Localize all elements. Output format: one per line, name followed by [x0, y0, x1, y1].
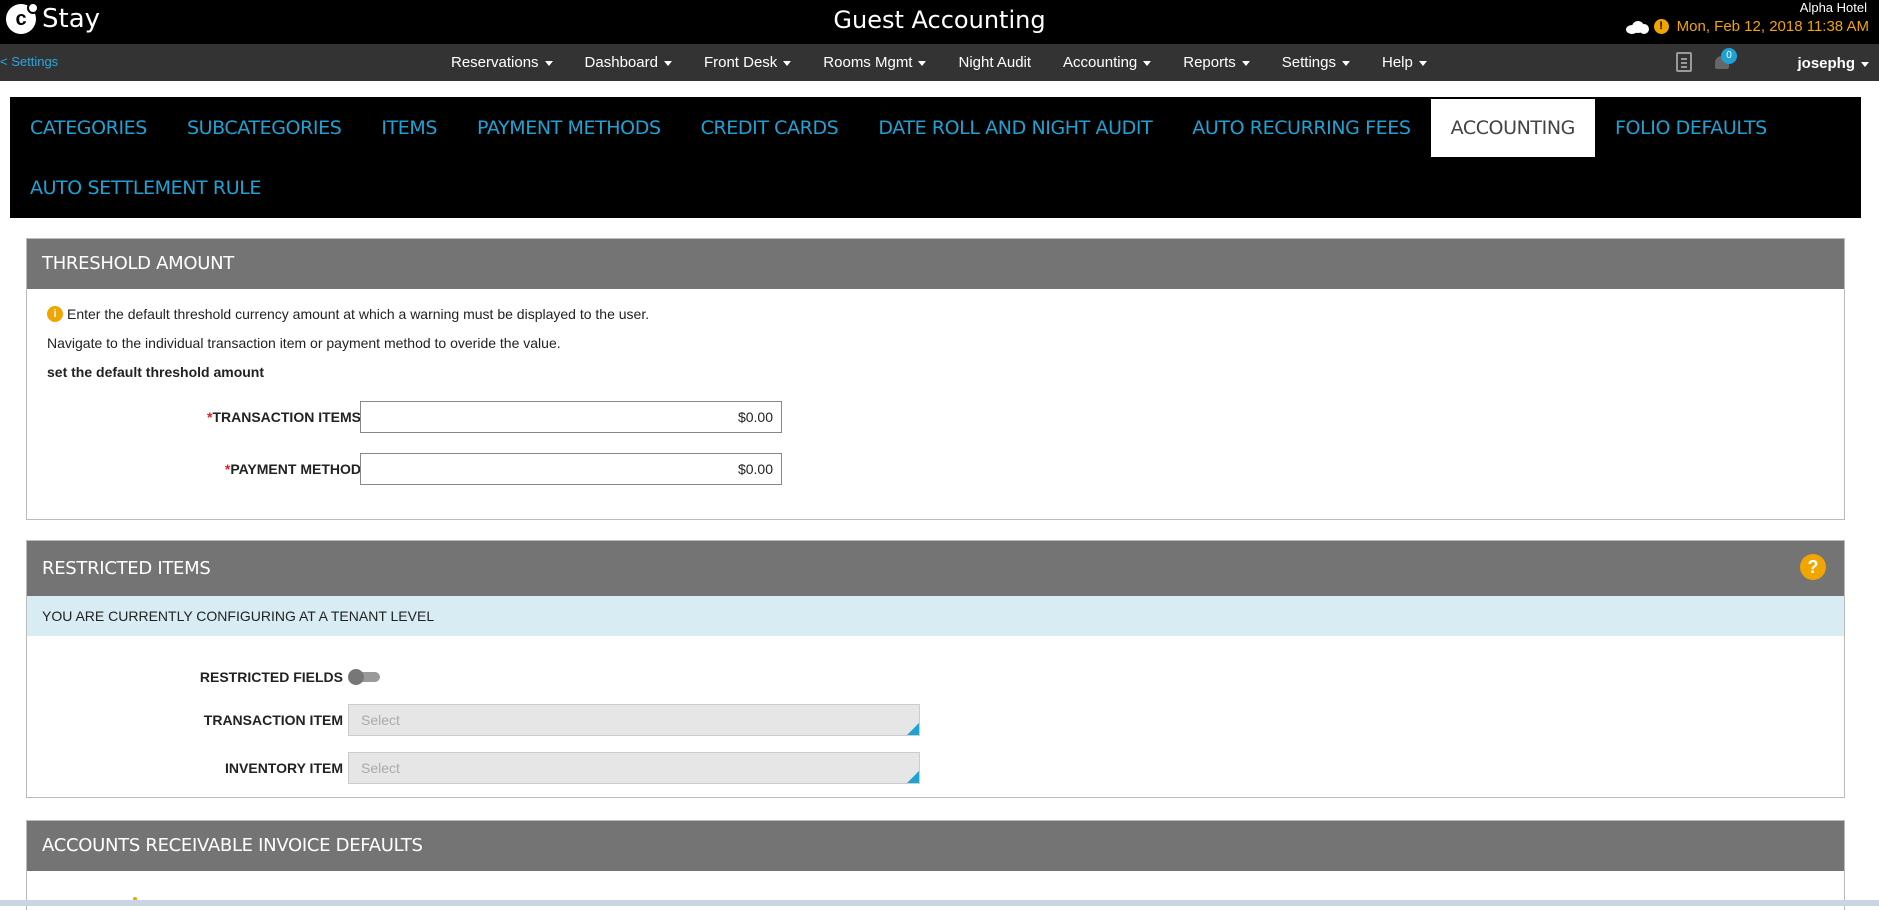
payment-method-threshold-input[interactable]: $0.00 — [360, 453, 782, 485]
logo-text: Stay — [42, 4, 101, 34]
transaction-items-threshold-input[interactable]: $0.00 — [360, 401, 782, 433]
threshold-subheading: set the default threshold amount — [47, 364, 265, 380]
chevron-down-icon — [1143, 60, 1152, 66]
chevron-down-icon — [544, 60, 553, 66]
inventory-item-select[interactable]: Select — [348, 752, 920, 784]
nav-reservations-label: Reservations — [451, 54, 539, 71]
tab-date-roll-night-audit[interactable]: DATE ROLL AND NIGHT AUDIT — [858, 99, 1172, 157]
tab-row-2: AUTO SETTLEMENT RULE — [10, 159, 281, 217]
nav-accounting-label: Accounting — [1063, 54, 1138, 71]
restricted-fields-toggle[interactable] — [348, 669, 382, 685]
top-bar: c Stay Guest Accounting Alpha Hotel ! Mo… — [0, 0, 1879, 44]
nav-help-label: Help — [1381, 54, 1413, 71]
main-menu: Reservations Dashboard Front Desk Rooms … — [451, 44, 1459, 81]
settings-tab-bar: CATEGORIES SUBCATEGORIES ITEMS PAYMENT M… — [10, 97, 1861, 218]
inventory-item-label: INVENTORY ITEM — [225, 760, 343, 776]
payment-method-label: *PAYMENT METHOD — [147, 461, 361, 477]
tab-row-1: CATEGORIES SUBCATEGORIES ITEMS PAYMENT M… — [10, 99, 1787, 157]
tab-auto-settlement-rule[interactable]: AUTO SETTLEMENT RULE — [10, 159, 281, 217]
nav-accounting[interactable]: Accounting — [1063, 54, 1152, 71]
nav-night-audit[interactable]: Night Audit — [958, 54, 1031, 71]
page-title: Guest Accounting — [833, 6, 1046, 34]
dropdown-corner-icon — [907, 771, 919, 783]
nav-reports-label: Reports — [1183, 54, 1236, 71]
tab-credit-cards[interactable]: CREDIT CARDS — [681, 99, 859, 157]
tab-accounting[interactable]: ACCOUNTING — [1430, 99, 1595, 157]
window-bottom-edge — [0, 900, 1879, 906]
tab-payment-methods[interactable]: PAYMENT METHODS — [457, 99, 681, 157]
restricted-items-panel: RESTRICTED ITEMS ? YOU ARE CURRENTLY CON… — [26, 540, 1845, 798]
nav-night-audit-label: Night Audit — [958, 54, 1032, 71]
tab-subcategories[interactable]: SUBCATEGORIES — [167, 99, 361, 157]
transaction-item-select[interactable]: Select — [348, 704, 920, 736]
chevron-down-icon — [1241, 60, 1250, 66]
nav-settings[interactable]: Settings — [1282, 54, 1350, 71]
nav-dashboard[interactable]: Dashboard — [585, 54, 672, 71]
tenant-level-notice: YOU ARE CURRENTLY CONFIGURING AT A TENAN… — [27, 596, 1844, 636]
nav-settings-label: Settings — [1281, 54, 1336, 71]
chevron-down-icon — [663, 60, 672, 66]
nav-front-desk[interactable]: Front Desk — [703, 54, 792, 71]
hotel-name[interactable]: Alpha Hotel — [1800, 0, 1867, 15]
nav-front-desk-label: Front Desk — [703, 54, 778, 71]
transaction-items-label-text: TRANSACTION ITEMS — [212, 409, 361, 425]
nav-reports[interactable]: Reports — [1183, 54, 1250, 71]
tab-items[interactable]: ITEMS — [361, 99, 457, 157]
threshold-amount-panel: THRESHOLD AMOUNT i Enter the default thr… — [26, 238, 1845, 520]
dropdown-corner-icon — [907, 723, 919, 735]
payment-method-label-text: PAYMENT METHOD — [230, 461, 361, 477]
user-menu[interactable]: josephg — [1797, 55, 1869, 72]
notification-count-badge: 0 — [1721, 48, 1737, 64]
warning-icon[interactable]: ! — [1653, 19, 1669, 34]
app-logo[interactable]: c Stay — [6, 2, 101, 34]
main-nav-bar: < Settings Reservations Dashboard Front … — [0, 44, 1879, 81]
ar-invoice-defaults-panel: ACCOUNTS RECEIVABLE INVOICE DEFAULTS — [26, 820, 1845, 910]
inventory-item-select-placeholder: Select — [361, 760, 400, 776]
restricted-panel-title: RESTRICTED ITEMS — [27, 541, 1844, 596]
clipboard-icon[interactable] — [1676, 52, 1692, 72]
user-name: josephg — [1797, 55, 1855, 72]
tab-auto-recurring-fees[interactable]: AUTO RECURRING FEES — [1172, 99, 1430, 157]
transaction-item-select-placeholder: Select — [361, 712, 400, 728]
threshold-info-line: i Enter the default threshold currency a… — [47, 306, 649, 322]
chevron-down-icon — [1861, 61, 1869, 67]
tab-categories[interactable]: CATEGORIES — [10, 99, 167, 157]
threshold-navigate-text: Navigate to the individual transaction i… — [47, 335, 561, 351]
nav-help[interactable]: Help — [1382, 54, 1427, 71]
chevron-down-icon — [783, 60, 792, 66]
help-icon[interactable]: ? — [1800, 554, 1826, 580]
cloud-icon[interactable] — [1625, 20, 1650, 34]
transaction-items-label: *TRANSACTION ITEMS — [147, 409, 361, 425]
status-area: ! Mon, Feb 12, 2018 11:38 AM — [1625, 18, 1869, 35]
restricted-fields-label: RESTRICTED FIELDS — [199, 669, 343, 685]
chevron-down-icon — [1418, 60, 1427, 66]
chevron-down-icon — [918, 60, 927, 66]
threshold-panel-title: THRESHOLD AMOUNT — [27, 239, 1844, 289]
business-datetime: Mon, Feb 12, 2018 11:38 AM — [1676, 18, 1869, 35]
threshold-info-text: Enter the default threshold currency amo… — [67, 306, 650, 322]
nav-rooms-mgmt-label: Rooms Mgmt — [823, 54, 913, 71]
tab-folio-defaults[interactable]: FOLIO DEFAULTS — [1595, 99, 1787, 157]
nav-rooms-mgmt[interactable]: Rooms Mgmt — [823, 54, 927, 71]
ar-panel-title: ACCOUNTS RECEIVABLE INVOICE DEFAULTS — [27, 821, 1844, 871]
info-icon: i — [47, 306, 63, 322]
nav-dashboard-label: Dashboard — [584, 54, 658, 71]
back-to-settings-link[interactable]: < Settings — [0, 54, 58, 69]
transaction-item-label: TRANSACTION ITEM — [203, 712, 343, 728]
logo-mark-icon: c — [6, 2, 39, 34]
nav-reservations[interactable]: Reservations — [451, 54, 553, 71]
chevron-down-icon — [1341, 60, 1350, 66]
